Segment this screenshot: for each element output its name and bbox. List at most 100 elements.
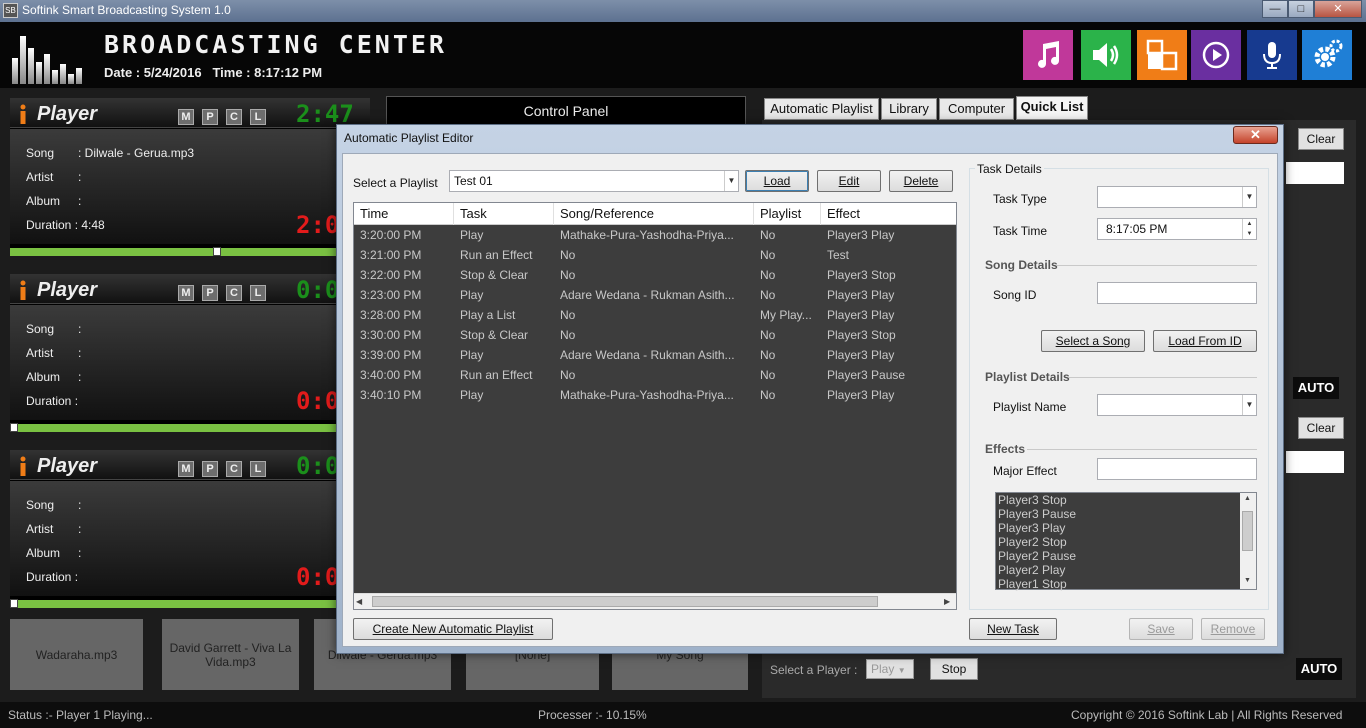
table-row[interactable]: 3:21:00 PM Run an Effect No No Test: [354, 245, 956, 265]
player-l-button[interactable]: L: [250, 109, 266, 125]
list-item[interactable]: Player2 Play: [998, 563, 1065, 577]
task-grid[interactable]: Time Task Song/Reference Playlist Effect…: [353, 202, 957, 610]
song-id-field[interactable]: [1097, 282, 1257, 304]
player-c-button[interactable]: C: [226, 109, 242, 125]
column-playlist[interactable]: Playlist: [754, 203, 821, 225]
table-row[interactable]: 3:23:00 PM Play Adare Wedana - Rukman Asit…: [354, 285, 956, 305]
player-p-button[interactable]: P: [202, 285, 218, 301]
select-song-button[interactable]: Select a Song: [1041, 330, 1145, 352]
player-m-button[interactable]: M: [178, 285, 194, 301]
duration-row: Duration :: [26, 394, 79, 408]
scroll-left-icon[interactable]: ◀: [356, 597, 362, 606]
table-cell: 3:40:00 PM: [360, 368, 422, 382]
scroll-down-icon[interactable]: ▼: [1244, 577, 1251, 584]
progress-handle[interactable]: [213, 247, 221, 256]
scroll-thumb[interactable]: [372, 596, 878, 607]
vertical-scrollbar[interactable]: ▲ ▼: [1240, 493, 1256, 589]
progress-handle[interactable]: [10, 599, 18, 608]
play-tile-button[interactable]: [1191, 30, 1241, 80]
dialog-close-button[interactable]: ✕: [1233, 126, 1278, 144]
table-row[interactable]: 3:30:00 PM Stop & Clear No No Player3 Stop: [354, 325, 956, 345]
major-effect-label: Major Effect: [993, 464, 1057, 478]
column-song-reference[interactable]: Song/Reference: [554, 203, 754, 225]
microphone-tile-button[interactable]: [1247, 30, 1297, 80]
list-item[interactable]: Player3 Stop: [998, 493, 1067, 507]
player-select[interactable]: Play ▼: [866, 659, 914, 679]
effects-list[interactable]: Player3 Stop Player3 Pause Player3 Play Pla…: [995, 492, 1257, 591]
table-row[interactable]: 3:40:00 PM Run an Effect No No Player3 Pause: [354, 365, 956, 385]
blocks-tile-button[interactable]: [1137, 30, 1187, 80]
quick-button-1[interactable]: Wadaraha.mp3: [10, 619, 143, 690]
close-button[interactable]: ✕: [1314, 0, 1362, 18]
tab-library[interactable]: Library: [881, 98, 937, 120]
table-row[interactable]: 3:20:00 PM Play Mathake-Pura-Yashodha-Priy…: [354, 225, 956, 245]
save-button[interactable]: Save: [1129, 618, 1193, 640]
scroll-thumb[interactable]: [1242, 511, 1253, 551]
player-l-button[interactable]: L: [250, 461, 266, 477]
player-c-button[interactable]: C: [226, 461, 242, 477]
player-p-button[interactable]: P: [202, 109, 218, 125]
remove-button[interactable]: Remove: [1201, 618, 1265, 640]
spinner-icon[interactable]: ▲ ▼: [1242, 219, 1256, 239]
column-time[interactable]: Time: [354, 203, 454, 225]
table-row[interactable]: 3:22:00 PM Stop & Clear No No Player3 Stop: [354, 265, 956, 285]
table-row[interactable]: 3:39:00 PM Play Adare Wedana - Rukman Asit…: [354, 345, 956, 365]
table-cell: Player3 Pause: [827, 368, 906, 382]
list-item[interactable]: Player2 Stop: [998, 535, 1067, 549]
list-item[interactable]: Player2 Pause: [998, 549, 1076, 563]
chevron-down-icon: ▼: [1242, 395, 1256, 415]
scroll-up-icon[interactable]: ▲: [1244, 495, 1251, 502]
list-item[interactable]: Player3 Pause: [998, 507, 1076, 521]
column-effect[interactable]: Effect: [821, 203, 956, 225]
load-button[interactable]: Load: [745, 170, 809, 192]
list-item[interactable]: Player1 Stop: [998, 577, 1067, 591]
list-item[interactable]: Player3 Play: [998, 521, 1065, 535]
speaker-tile-button[interactable]: [1081, 30, 1131, 80]
music-tile-button[interactable]: [1023, 30, 1073, 80]
player-c-button[interactable]: C: [226, 285, 242, 301]
quick-button-2[interactable]: David Garrett - Viva La Vida.mp3: [162, 619, 299, 690]
table-cell: Stop & Clear: [460, 328, 529, 342]
progress-bar[interactable]: [10, 247, 370, 256]
progress-bar[interactable]: [10, 599, 370, 608]
player-p-button[interactable]: P: [202, 461, 218, 477]
major-effect-field[interactable]: [1097, 458, 1257, 480]
playlist-combo[interactable]: Test 01 ▼: [449, 170, 739, 192]
load-from-id-button[interactable]: Load From ID: [1153, 330, 1257, 352]
clear-button[interactable]: Clear: [1298, 417, 1344, 439]
table-cell: Play a List: [460, 308, 516, 322]
right-input-1[interactable]: [1286, 162, 1344, 184]
column-task[interactable]: Task: [454, 203, 554, 225]
right-input-2[interactable]: [1286, 451, 1344, 473]
table-row[interactable]: 3:28:00 PM Play a List No My Play... Player3…: [354, 305, 956, 325]
progress-handle[interactable]: [10, 423, 18, 432]
progress-bar[interactable]: [10, 423, 370, 432]
settings-tile-button[interactable]: [1302, 30, 1352, 80]
auto-badge[interactable]: AUTO: [1293, 377, 1339, 399]
tab-automatic-playlist[interactable]: Automatic Playlist: [764, 98, 879, 120]
player-m-button[interactable]: M: [178, 461, 194, 477]
playlist-name-combo[interactable]: ▼: [1097, 394, 1257, 416]
new-task-button[interactable]: New Task: [969, 618, 1057, 640]
create-new-playlist-button[interactable]: Create New Automatic Playlist: [353, 618, 553, 640]
auto-badge[interactable]: AUTO: [1296, 658, 1342, 680]
maximize-button[interactable]: □: [1288, 0, 1314, 18]
task-time-label: Task Time: [993, 224, 1048, 238]
horizontal-scrollbar[interactable]: ◀ ▶: [354, 593, 956, 609]
task-time-picker[interactable]: 8:17:05 PM ▲ ▼: [1097, 218, 1257, 240]
scroll-right-icon[interactable]: ▶: [944, 597, 950, 606]
player-l-button[interactable]: L: [250, 285, 266, 301]
task-type-combo[interactable]: ▼: [1097, 186, 1257, 208]
tab-quick-list[interactable]: Quick List: [1016, 96, 1088, 120]
table-row[interactable]: 3:40:10 PM Play Mathake-Pura-Yashodha-Priy…: [354, 385, 956, 405]
player-m-button[interactable]: M: [178, 109, 194, 125]
edit-button[interactable]: Edit: [817, 170, 881, 192]
delete-button[interactable]: Delete: [889, 170, 953, 192]
clear-button[interactable]: Clear: [1298, 128, 1344, 150]
minimize-button[interactable]: —: [1262, 0, 1288, 18]
window-titlebar: SB Softink Smart Broadcasting System 1.0…: [0, 0, 1366, 22]
stop-button[interactable]: Stop: [930, 658, 978, 680]
table-cell: Player3 Play: [827, 388, 895, 402]
table-cell: My Play...: [760, 308, 812, 322]
tab-computer[interactable]: Computer: [939, 98, 1014, 120]
